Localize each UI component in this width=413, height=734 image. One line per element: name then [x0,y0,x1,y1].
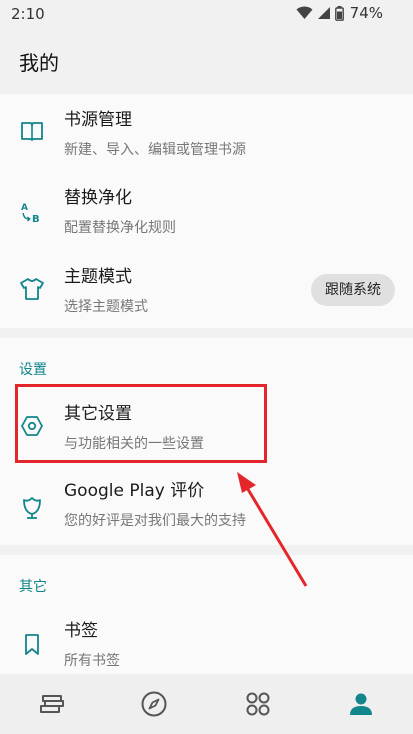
nav-my[interactable] [343,686,379,722]
grid-icon [246,692,270,716]
person-icon [350,693,372,715]
nav-explore[interactable] [240,686,276,722]
compass-icon [141,691,167,717]
annotation-arrow [237,472,308,587]
bottom-navigation [0,674,413,734]
nav-bookshelf[interactable] [34,686,70,722]
nav-discover[interactable] [136,686,172,722]
bookshelf-icon [40,695,64,713]
